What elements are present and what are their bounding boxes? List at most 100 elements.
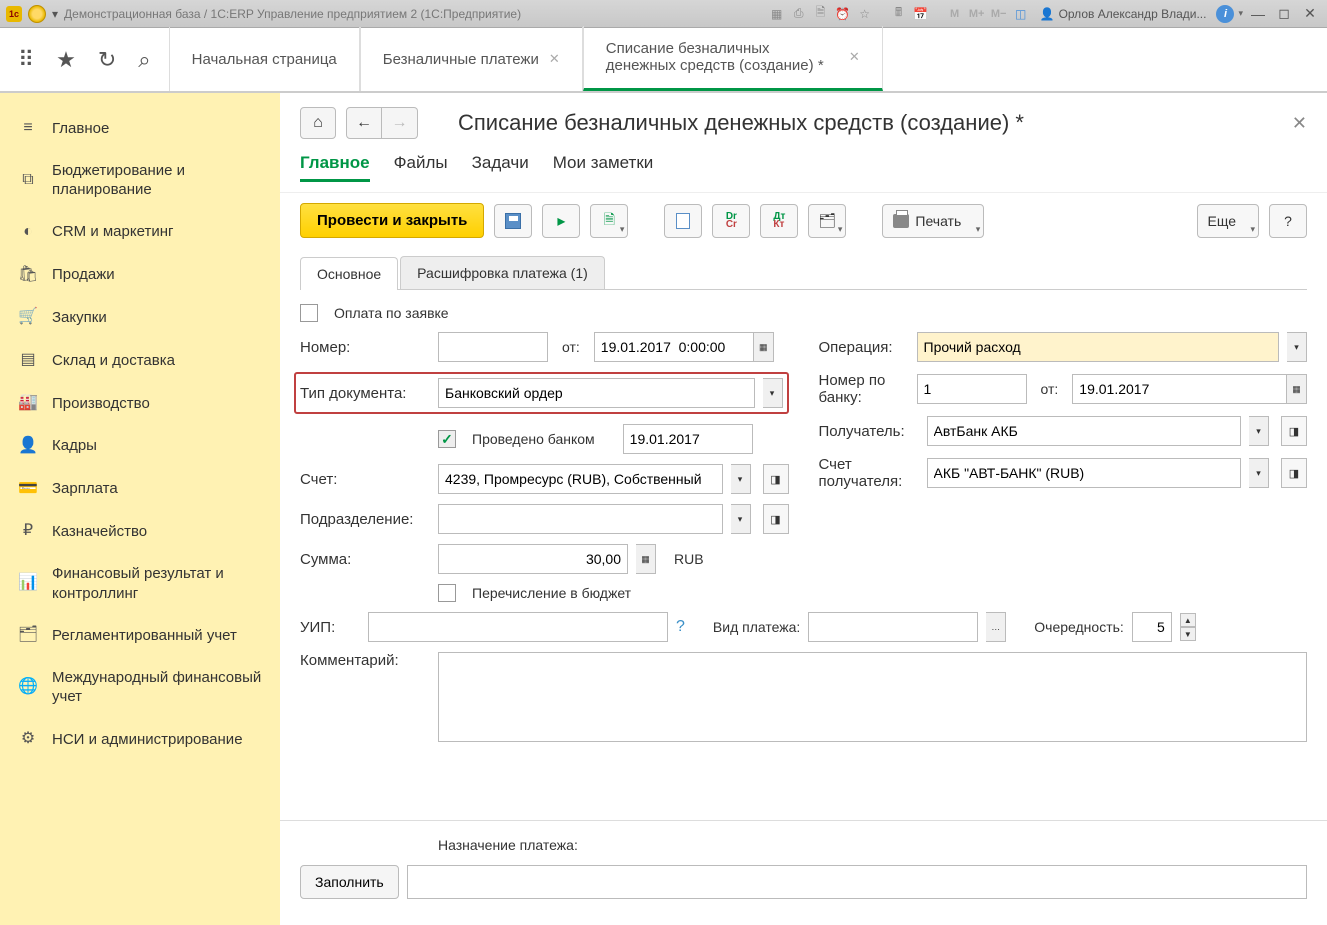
sidebar-item-main[interactable]: ≡Главное [0, 107, 280, 150]
uip-help-icon[interactable]: ? [676, 618, 685, 636]
back-button[interactable]: ← [346, 107, 382, 139]
drcr-button[interactable]: DrCr [712, 204, 750, 238]
app-menu-dropdown[interactable] [28, 5, 46, 23]
create-based-on-button[interactable]: 🗎 [590, 204, 628, 238]
save-button[interactable] [494, 204, 532, 238]
fill-button[interactable]: Заполнить [300, 865, 399, 899]
tool-alarm-icon[interactable]: ⏰ [834, 5, 852, 23]
apps-icon[interactable]: ⠿ [18, 47, 34, 73]
priority-input[interactable] [1132, 612, 1172, 642]
print-button[interactable]: Печать [882, 204, 984, 238]
sum-input[interactable] [438, 544, 628, 574]
maximize-button[interactable]: ◻ [1273, 5, 1295, 23]
forward-button[interactable]: → [382, 107, 418, 139]
operation-dropdown[interactable]: ▾ [1287, 332, 1307, 362]
bank-date-input[interactable] [1072, 374, 1287, 404]
post-and-close-button[interactable]: Провести и закрыть [300, 203, 484, 238]
tool-doc-icon[interactable]: 🗎 [812, 5, 830, 23]
operation-input[interactable] [917, 332, 1280, 362]
tool-m-icon[interactable]: M [946, 5, 964, 23]
tab-home[interactable]: Начальная страница [169, 27, 360, 91]
sidebar-item-nsi[interactable]: ⚙НСИ и администрирование [0, 718, 280, 761]
sidebar-item-regaccounting[interactable]: 🗂Регламентированный учет [0, 614, 280, 657]
sidebar-item-warehouse[interactable]: ▤Склад и доставка [0, 339, 280, 382]
sidebar-item-sales[interactable]: 🛍Продажи [0, 254, 280, 297]
dtkt-button[interactable]: ДтКт [760, 204, 798, 238]
number-input[interactable] [438, 332, 548, 362]
doc-type-dropdown[interactable]: ▾ [763, 378, 783, 408]
sidebar-item-budgeting[interactable]: ⧉Бюджетирование и планирование [0, 150, 280, 211]
pay-by-request-checkbox[interactable] [300, 304, 318, 322]
sum-calc-button[interactable]: ▦ [636, 544, 656, 574]
tool-calc2-icon[interactable]: 🖩 [890, 5, 908, 23]
home-button[interactable]: ⌂ [300, 107, 336, 139]
report-button[interactable] [664, 204, 702, 238]
operation-label: Операция: [819, 339, 909, 356]
sidebar-item-purchases[interactable]: 🛒Закупки [0, 296, 280, 339]
sidebar-item-treasury[interactable]: ₽Казначейство [0, 510, 280, 553]
recipient-input[interactable] [927, 416, 1242, 446]
tab-payments[interactable]: Безналичные платежи✕ [360, 27, 583, 91]
close-document-button[interactable]: ✕ [1292, 113, 1307, 134]
tool-calendar-icon[interactable]: 📅 [912, 5, 930, 23]
date-input[interactable] [594, 332, 754, 362]
budget-transfer-checkbox[interactable] [438, 584, 456, 602]
payment-type-input[interactable] [808, 612, 978, 642]
tool-print-icon[interactable]: ⎙ [790, 5, 808, 23]
comment-input[interactable] [438, 652, 1307, 742]
close-icon[interactable]: ✕ [849, 49, 860, 65]
bank-number-input[interactable] [917, 374, 1027, 404]
inner-tab-main[interactable]: Основное [300, 257, 398, 290]
recipient-open-button[interactable]: ◨ [1281, 416, 1307, 446]
sidebar-item-crm[interactable]: ◐CRM и маркетинг [0, 211, 280, 254]
inner-tab-breakdown[interactable]: Расшифровка платежа (1) [400, 256, 605, 289]
recipient-account-open-button[interactable]: ◨ [1281, 458, 1307, 488]
account-open-button[interactable]: ◨ [763, 464, 789, 494]
doc-tab-files[interactable]: Файлы [394, 147, 448, 182]
search-icon[interactable]: ⌕ [138, 47, 150, 73]
minimize-button[interactable]: — [1247, 5, 1269, 23]
account-dropdown[interactable]: ▾ [731, 464, 751, 494]
department-dropdown[interactable]: ▾ [731, 504, 751, 534]
tool-panel-icon[interactable]: ◫ [1012, 5, 1030, 23]
tool-star-icon[interactable]: ☆ [856, 5, 874, 23]
payment-type-select-button[interactable]: … [986, 612, 1006, 642]
sidebar-item-salary[interactable]: 💳Зарплата [0, 468, 280, 511]
tool-calc-icon[interactable]: ▦ [768, 5, 786, 23]
close-window-button[interactable]: ✕ [1299, 5, 1321, 23]
tab-writeoff[interactable]: Списание безналичных денежных средств (с… [583, 26, 883, 91]
doc-tab-tasks[interactable]: Задачи [472, 147, 529, 182]
sidebar-item-intl[interactable]: 🌐Международный финансовый учет [0, 657, 280, 718]
department-input[interactable] [438, 504, 723, 534]
info-icon[interactable]: i [1216, 5, 1234, 23]
tool-mminus-icon[interactable]: M− [990, 5, 1008, 23]
help-button[interactable]: ? [1269, 204, 1307, 238]
priority-down-button[interactable]: ▼ [1180, 627, 1196, 641]
doc-tab-notes[interactable]: Мои заметки [553, 147, 654, 182]
recipient-dropdown[interactable]: ▾ [1249, 416, 1269, 446]
purpose-input[interactable] [407, 865, 1307, 899]
sidebar-item-finresult[interactable]: 📊Финансовый результат и контроллинг [0, 553, 280, 614]
favorites-icon[interactable]: ★ [56, 47, 76, 73]
doc-tab-main[interactable]: Главное [300, 147, 370, 182]
bank-date-picker-button[interactable]: ▦ [1287, 374, 1307, 404]
more-button[interactable]: Еще [1197, 204, 1260, 238]
sidebar-item-hr[interactable]: 👤Кадры [0, 425, 280, 468]
priority-up-button[interactable]: ▲ [1180, 613, 1196, 627]
department-open-button[interactable]: ◨ [763, 504, 789, 534]
doc-type-input[interactable] [438, 378, 755, 408]
close-icon[interactable]: ✕ [549, 51, 560, 67]
bank-done-date-input[interactable] [623, 424, 753, 454]
tool-mplus-icon[interactable]: M+ [968, 5, 986, 23]
sidebar: ≡Главное ⧉Бюджетирование и планирование … [0, 93, 280, 925]
structure-button[interactable]: 🗂 [808, 204, 846, 238]
user-menu[interactable]: 👤 Орлов Александр Влади... [1034, 7, 1213, 21]
post-button[interactable]: ▸ [542, 204, 580, 238]
recipient-account-dropdown[interactable]: ▾ [1249, 458, 1269, 488]
account-input[interactable] [438, 464, 723, 494]
recipient-account-input[interactable] [927, 458, 1242, 488]
date-picker-button[interactable]: ▦ [754, 332, 774, 362]
history-icon[interactable]: ↻ [98, 47, 116, 73]
sidebar-item-production[interactable]: 🏭Производство [0, 382, 280, 425]
uip-input[interactable] [368, 612, 668, 642]
